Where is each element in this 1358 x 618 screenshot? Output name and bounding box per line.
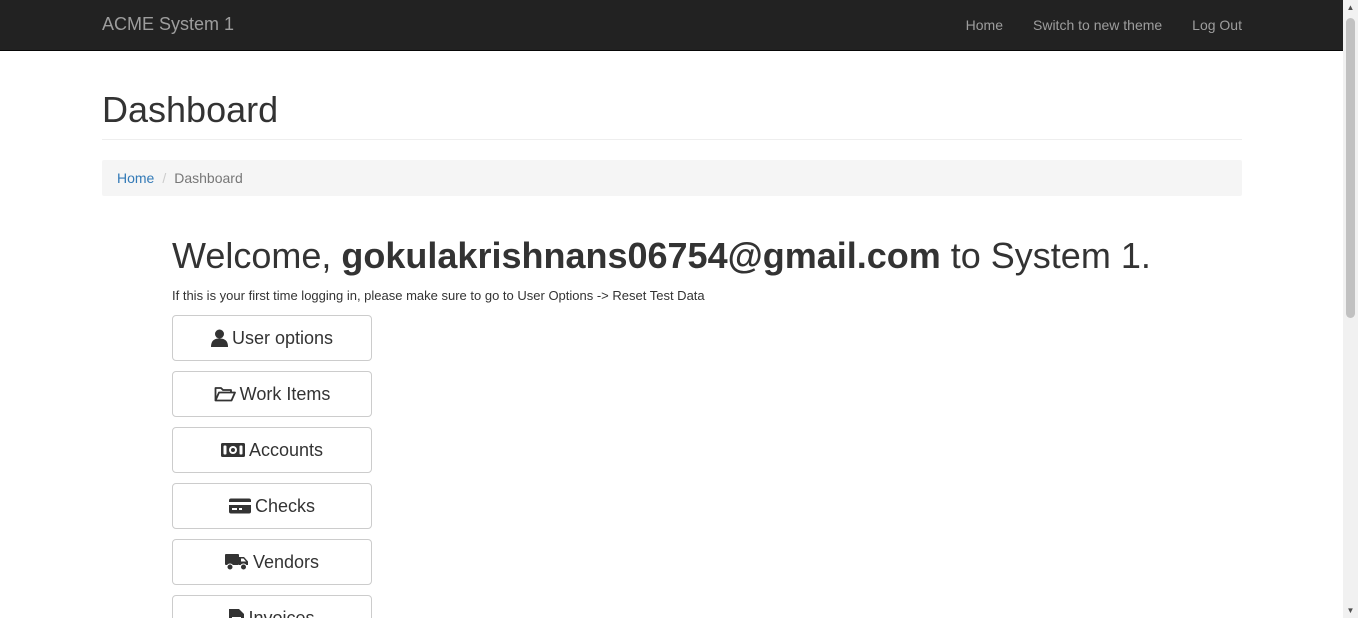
user-options-label: User options	[231, 327, 334, 348]
nav-links: Home Switch to new theme Log Out	[936, 0, 1242, 50]
work-items-label: Work Items	[239, 383, 331, 404]
invoices-label: Invoices	[248, 607, 315, 618]
welcome-user-email: gokulakrishnans06754@gmail.com	[341, 235, 941, 276]
breadcrumb-current: Dashboard	[174, 170, 243, 186]
first-login-hint: If this is your first time logging in, p…	[172, 288, 705, 303]
scroll-up-arrow-icon[interactable]: ▲	[1343, 0, 1358, 15]
welcome-suffix: to System 1.	[950, 235, 1151, 276]
credit-card-icon	[228, 498, 251, 514]
accounts-button[interactable]: Accounts	[172, 427, 372, 473]
nav-logout-link[interactable]: Log Out	[1192, 17, 1242, 33]
work-items-button[interactable]: Work Items	[172, 371, 372, 417]
checks-button[interactable]: Checks	[172, 483, 372, 529]
top-navbar: ACME System 1 Home Switch to new theme L…	[0, 0, 1343, 51]
nav-switch-theme-link[interactable]: Switch to new theme	[1033, 17, 1162, 33]
viewport: ACME System 1 Home Switch to new theme L…	[0, 0, 1358, 618]
file-icon	[229, 609, 245, 618]
vendors-label: Vendors	[252, 551, 320, 572]
truck-icon	[224, 553, 249, 571]
checks-label: Checks	[254, 495, 316, 516]
nav-home-link[interactable]: Home	[966, 17, 1003, 33]
money-icon	[220, 442, 245, 458]
vendors-button[interactable]: Vendors	[172, 539, 372, 585]
folder-open-icon	[214, 386, 236, 402]
page-title: Dashboard	[102, 89, 279, 130]
scroll-down-arrow-icon[interactable]: ▼	[1343, 603, 1358, 618]
breadcrumb-home-link[interactable]: Home	[117, 170, 154, 186]
accounts-label: Accounts	[248, 439, 324, 460]
welcome-heading: Welcome, gokulakrishnans06754@gmail.com …	[172, 234, 1151, 278]
user-icon	[210, 329, 228, 347]
breadcrumb-separator: /	[162, 170, 167, 186]
invoices-button[interactable]: Invoices	[172, 595, 372, 618]
page-scrollbar[interactable]: ▲ ▼	[1343, 0, 1358, 618]
brand-link[interactable]: ACME System 1	[102, 14, 234, 35]
user-options-button[interactable]: User options	[172, 315, 372, 361]
breadcrumb: Home / Dashboard	[102, 160, 1242, 196]
scrollbar-thumb[interactable]	[1346, 18, 1355, 318]
header-divider	[102, 139, 1242, 140]
welcome-prefix: Welcome,	[172, 235, 332, 276]
